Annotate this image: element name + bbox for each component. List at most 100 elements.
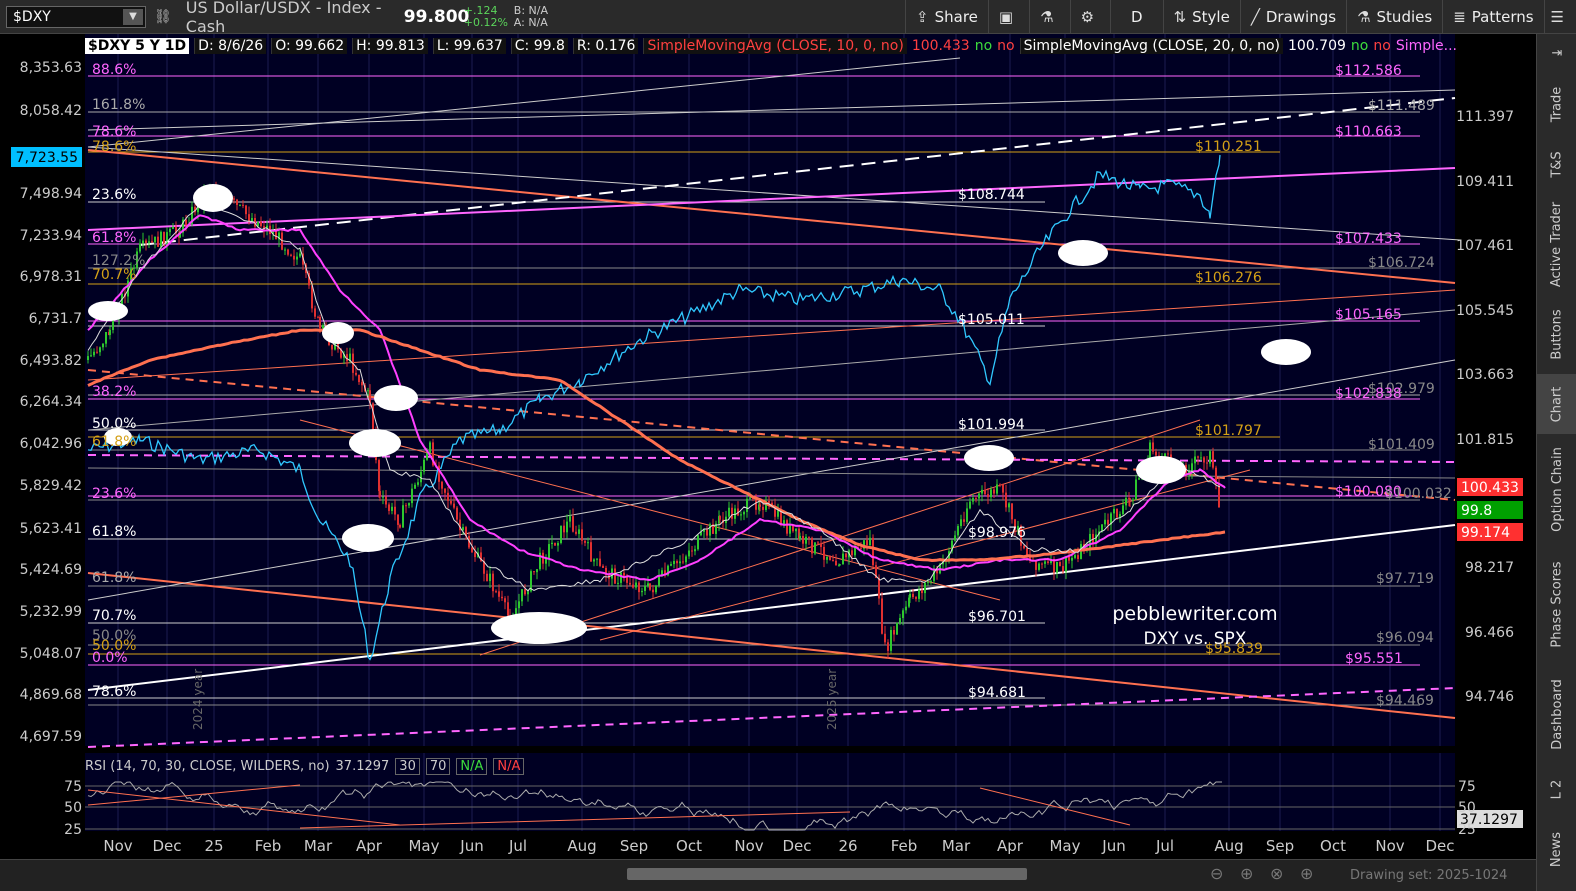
- level-label: $106.724: [1368, 255, 1435, 271]
- candle-body: [358, 374, 360, 383]
- candle-body: [936, 570, 938, 574]
- style-button[interactable]: ⇅ Style: [1162, 0, 1240, 34]
- tab-dashboard[interactable]: Dashboard: [1537, 664, 1576, 764]
- candle-body: [673, 560, 675, 565]
- candle-body: [145, 240, 147, 243]
- candle-body: [1167, 453, 1169, 455]
- drawings-button[interactable]: ╱ Drawings: [1239, 0, 1346, 34]
- candle-body: [649, 583, 651, 590]
- candle-body: [596, 558, 598, 560]
- candle-body: [743, 511, 745, 515]
- rsi-tick-label: 75: [1458, 779, 1476, 795]
- candle-body: [317, 316, 319, 318]
- left-axis-label: 5,048.07: [20, 646, 82, 662]
- fib-label: 88.6%: [92, 62, 136, 78]
- candle-body: [960, 519, 962, 527]
- more-studies-label[interactable]: Simple...: [1396, 38, 1457, 54]
- candle-body: [551, 542, 553, 545]
- sma20-label[interactable]: SimpleMovingAvg (CLOSE, 20, 0, no): [1019, 38, 1283, 54]
- candle-body: [685, 556, 687, 563]
- candle-body: [688, 550, 690, 557]
- chart-canvas[interactable]: 88.6%161.8%78.6%78.6%23.6%61.8%127.2%70.…: [0, 34, 1536, 859]
- rsi-value: 37.1297: [335, 758, 390, 774]
- candle-body: [233, 198, 235, 200]
- symbol-input[interactable]: $DXY ▼: [6, 5, 146, 28]
- candle-body: [706, 529, 708, 536]
- link-icon[interactable]: ⛓: [154, 9, 172, 25]
- rsi-label[interactable]: RSI (14, 70, 30, CLOSE, WILDERS, no): [85, 759, 330, 774]
- candle-body: [694, 549, 696, 552]
- flask-icon: ⚗: [1357, 7, 1371, 26]
- crosshair-icon[interactable]: ⊕: [1300, 864, 1313, 883]
- candle-body: [563, 525, 565, 533]
- collapse-panel-button[interactable]: ⇥: [1537, 34, 1576, 72]
- candle-body: [872, 537, 874, 566]
- candle-body: [786, 520, 788, 534]
- candle-body: [734, 508, 736, 519]
- last-price: 99.800: [403, 6, 470, 27]
- tab-chart[interactable]: Chart: [1537, 374, 1576, 434]
- reset-zoom-icon[interactable]: ⊗: [1270, 864, 1283, 883]
- level-label: $101.994: [958, 417, 1025, 433]
- chevron-down-icon[interactable]: ▼: [123, 8, 143, 25]
- sma10-label[interactable]: SimpleMovingAvg (CLOSE, 10, 0, no): [643, 38, 907, 54]
- level-label: $97.719: [1376, 571, 1434, 587]
- candle-body: [755, 499, 757, 510]
- candle-body: [746, 498, 748, 512]
- candle-body: [987, 494, 989, 498]
- tab-ts[interactable]: T&S: [1537, 134, 1576, 194]
- candle-body: [501, 596, 503, 599]
- candle-body: [504, 598, 506, 603]
- camera-button[interactable]: ▣: [987, 0, 1029, 34]
- highlight-oval: [193, 184, 233, 212]
- studies-button[interactable]: ⚗ Studies: [1346, 0, 1442, 34]
- candle-body: [599, 558, 601, 566]
- candle-body: [851, 550, 853, 556]
- candle-body: [902, 610, 904, 618]
- tab-phase-scores[interactable]: Phase Scores: [1537, 544, 1576, 664]
- candle-body: [450, 500, 452, 504]
- fib-label: 38.2%: [92, 384, 136, 400]
- candle-body: [388, 504, 390, 511]
- tab-trade[interactable]: Trade: [1537, 74, 1576, 134]
- left-axis-label: 6,264.34: [20, 394, 82, 410]
- zoom-out-icon[interactable]: ⊖: [1210, 864, 1223, 883]
- candle-body: [802, 535, 804, 544]
- timeframe-button[interactable]: D: [1110, 0, 1163, 34]
- candle-body: [719, 516, 721, 520]
- drawing-set-label[interactable]: Drawing set: 2025-1024: [1350, 868, 1507, 883]
- tab-news[interactable]: News: [1537, 814, 1576, 884]
- patterns-button[interactable]: ≣ Patterns: [1442, 0, 1543, 34]
- share-button[interactable]: ⇪ Share: [905, 0, 988, 34]
- zoom-in-icon[interactable]: ⊕: [1240, 864, 1253, 883]
- candle-body: [93, 351, 95, 356]
- horizontal-scrollbar[interactable]: [627, 868, 1027, 880]
- candle-body: [548, 544, 550, 559]
- candle-body: [670, 564, 672, 566]
- left-axis-label: 4,869.68: [20, 687, 82, 703]
- rsi-na-2: N/A: [493, 757, 525, 775]
- highlight-oval: [964, 445, 1014, 471]
- chart-symbol-label[interactable]: $DXY 5 Y 1D: [85, 38, 190, 54]
- lines-icon: ☰: [1550, 7, 1564, 26]
- tab-active-trader[interactable]: Active Trader: [1537, 194, 1576, 294]
- more-button[interactable]: ☰: [1543, 0, 1576, 34]
- flask-button[interactable]: ⚗: [1029, 0, 1069, 34]
- x-axis-label: Oct: [1320, 837, 1346, 855]
- candle-body: [826, 556, 828, 560]
- candle-body: [1023, 545, 1025, 549]
- candle-body: [915, 597, 917, 599]
- tab-buttons[interactable]: Buttons: [1537, 294, 1576, 374]
- change-block: +.124 +0.12%: [464, 4, 514, 29]
- symbol-description: US Dollar/USDX - Index - Cash: [185, 0, 382, 36]
- tab-option-chain[interactable]: Option Chain: [1537, 434, 1576, 544]
- candle-body: [169, 228, 171, 233]
- candle-body: [1191, 463, 1193, 472]
- candle-body: [560, 525, 562, 543]
- tab-l2[interactable]: L 2: [1537, 764, 1576, 814]
- candle-body: [679, 561, 681, 564]
- settings-button[interactable]: ⚙: [1069, 0, 1110, 34]
- chart-area[interactable]: 88.6% 161.8% 78.6% 78.6% 23.6% 61.8% 127.2% 70.…: [0, 34, 1536, 859]
- right-axis-label: 103.663: [1456, 367, 1514, 383]
- candle-body: [172, 226, 174, 229]
